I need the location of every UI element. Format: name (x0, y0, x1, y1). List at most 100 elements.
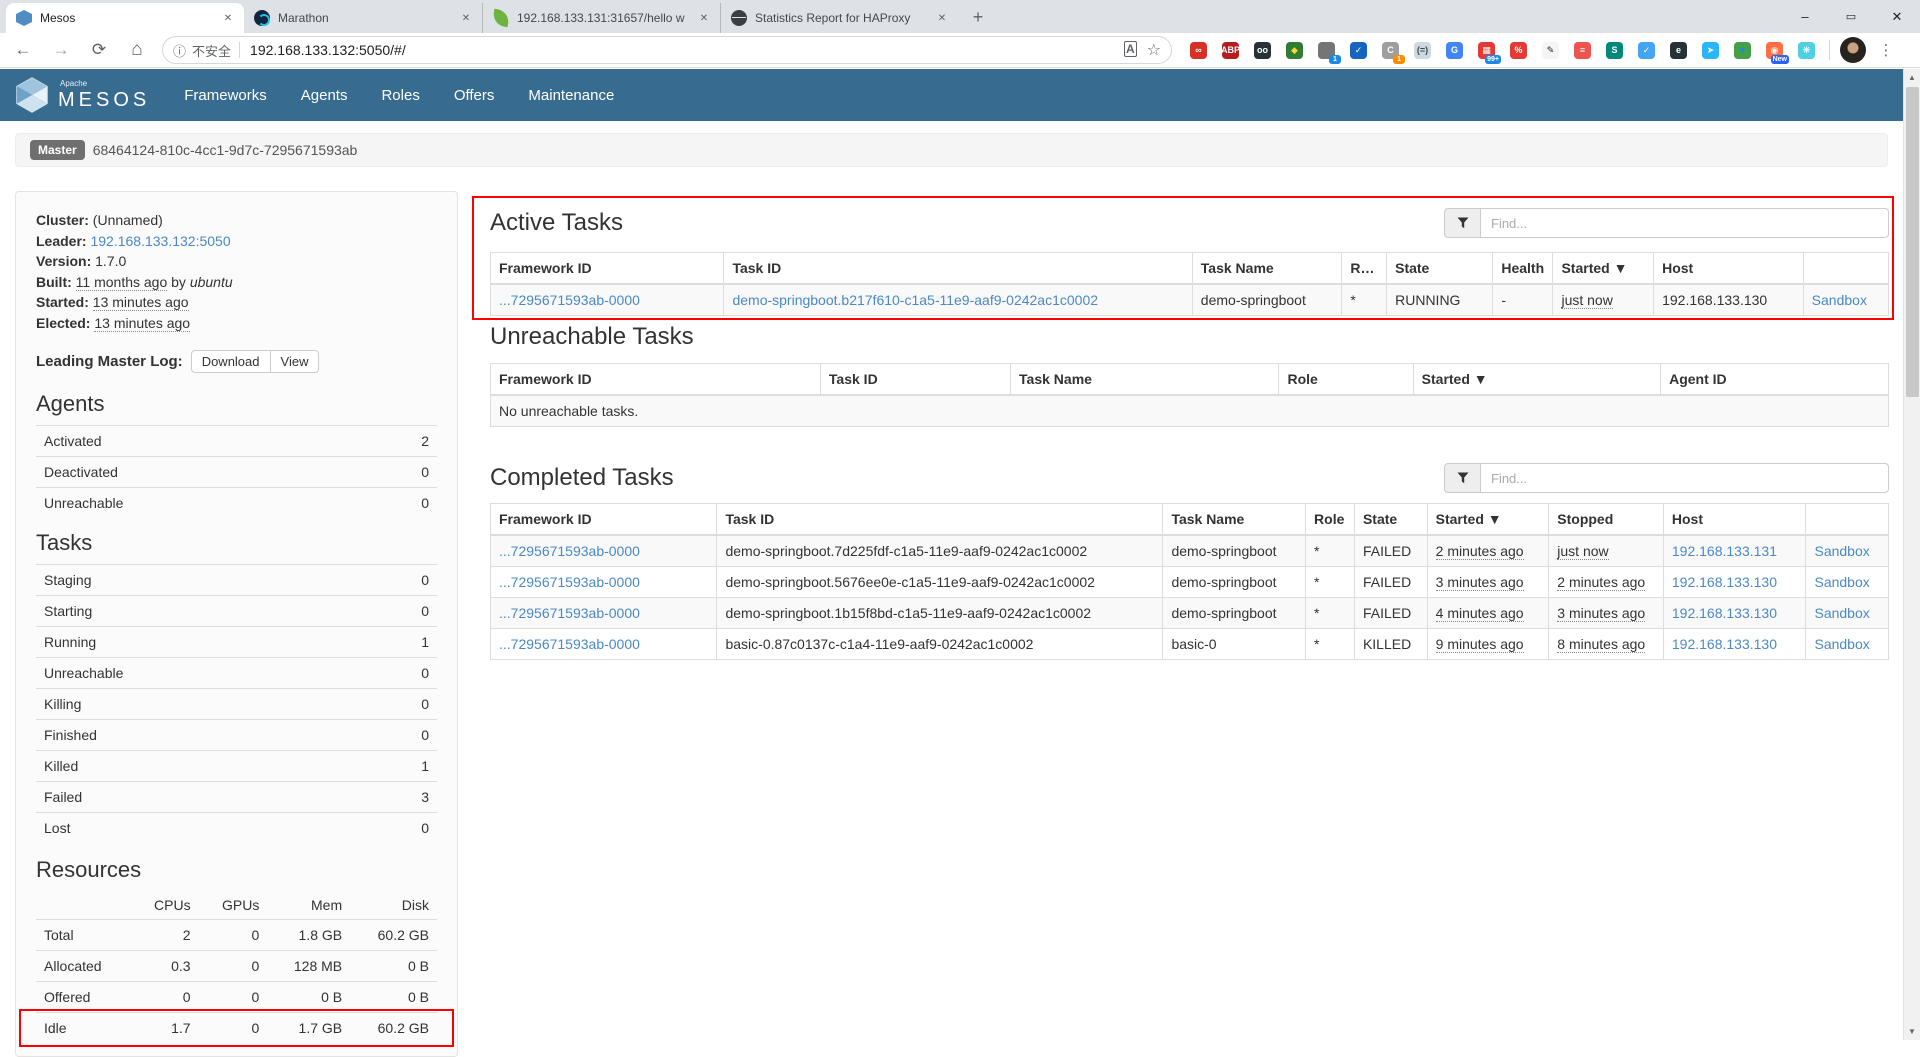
sandbox-link[interactable]: Sandbox (1814, 574, 1869, 590)
extension-icon[interactable]: ▼ (1734, 42, 1751, 59)
completed-find-input[interactable] (1480, 463, 1889, 493)
extension-icon[interactable]: (=) (1414, 42, 1431, 59)
extension-icon[interactable]: ❋ (1798, 42, 1815, 59)
host-link[interactable]: 192.168.133.130 (1672, 636, 1777, 652)
extension-icon[interactable]: ✓ (1350, 42, 1367, 59)
bookmark-star-icon[interactable] (1147, 40, 1161, 60)
column-header[interactable]: State (1387, 253, 1493, 285)
tab-close-icon[interactable] (220, 10, 236, 26)
window-maximize-button[interactable] (1828, 0, 1874, 33)
page-scrollbar[interactable] (1903, 69, 1920, 1040)
sandbox-link[interactable]: Sandbox (1812, 292, 1867, 308)
column-header[interactable]: Host (1663, 504, 1806, 536)
scroll-up-icon[interactable] (1904, 69, 1920, 86)
browser-tab[interactable]: Marathon (244, 3, 482, 33)
host-link[interactable]: 192.168.133.131 (1672, 543, 1777, 559)
tab-close-icon[interactable] (934, 10, 950, 26)
address-bar[interactable]: 不安全 192.168.133.132:5050/#/ (162, 36, 1172, 64)
back-button[interactable] (8, 35, 38, 65)
framework-id-link[interactable]: ...7295671593ab-0000 (499, 292, 640, 308)
filter-button[interactable] (1444, 463, 1480, 493)
framework-id-link[interactable]: ...7295671593ab-0000 (499, 605, 640, 621)
navbar-item[interactable]: Offers (454, 87, 495, 104)
extension-icon[interactable]: e (1670, 42, 1687, 59)
extension-icon[interactable]: ◉ New (1766, 42, 1783, 59)
tab-close-icon[interactable] (696, 10, 712, 26)
column-header[interactable]: Task ID (724, 253, 1192, 285)
extension-icon[interactable]: S (1606, 42, 1623, 59)
log-button[interactable]: View (270, 350, 320, 373)
framework-id-link[interactable]: ...7295671593ab-0000 (499, 636, 640, 652)
sandbox-link[interactable]: Sandbox (1814, 605, 1869, 621)
column-header[interactable]: Task Name (1192, 253, 1342, 285)
column-header[interactable]: Task Name (1011, 364, 1279, 396)
host-link[interactable]: 192.168.133.130 (1672, 574, 1777, 590)
scrollbar-thumb[interactable] (1906, 87, 1919, 397)
window-minimize-button[interactable] (1782, 0, 1828, 33)
navbar-item[interactable]: Agents (301, 87, 348, 104)
sandbox-link[interactable]: Sandbox (1814, 636, 1869, 652)
extension-icon[interactable]: ABP (1222, 42, 1239, 59)
column-header[interactable]: Framework ID (491, 504, 717, 536)
column-header[interactable]: Started ▼ (1553, 253, 1654, 285)
forward-button[interactable] (46, 35, 76, 65)
column-header[interactable]: Role (1279, 364, 1413, 396)
new-tab-button[interactable] (964, 3, 992, 31)
browser-tab[interactable]: 192.168.133.131:31657/hello w (482, 3, 720, 33)
column-header[interactable]: Started ▼ (1413, 364, 1660, 396)
column-header[interactable]: Host (1654, 253, 1804, 285)
reload-button[interactable] (84, 35, 114, 65)
sandbox-link[interactable]: Sandbox (1814, 543, 1869, 559)
column-header[interactable] (1803, 253, 1888, 285)
table-row: ...7295671593ab-0000 demo-springboot.7d2… (491, 535, 1889, 567)
extension-icon[interactable]: ≡ (1574, 42, 1591, 59)
leader-link[interactable]: 192.168.133.132:5050 (90, 233, 230, 249)
framework-id-link[interactable]: ...7295671593ab-0000 (499, 543, 640, 559)
column-header[interactable]: Task ID (820, 364, 1010, 396)
navbar-item[interactable]: Maintenance (528, 87, 614, 104)
column-header[interactable] (1806, 504, 1889, 536)
column-header[interactable]: Role (1306, 504, 1355, 536)
browser-tab[interactable]: Mesos (6, 3, 244, 33)
tab-close-icon[interactable] (458, 10, 474, 26)
log-button[interactable]: Download (191, 350, 271, 373)
profile-avatar[interactable] (1840, 37, 1866, 63)
browser-tab[interactable]: Statistics Report for HAProxy (720, 3, 958, 33)
navbar-item[interactable]: Roles (381, 87, 419, 104)
extension-icon[interactable]: oo (1254, 42, 1271, 59)
mesos-brand[interactable]: Apache MESOS (16, 77, 150, 113)
column-header[interactable]: Task Name (1163, 504, 1306, 536)
column-header[interactable]: Stopped (1549, 504, 1664, 536)
host-link[interactable]: 192.168.133.130 (1672, 605, 1777, 621)
extension-icon[interactable]: 1 (1318, 42, 1335, 59)
home-button[interactable] (122, 35, 152, 65)
column-header[interactable]: State (1354, 504, 1427, 536)
extension-glyph: ∞ (1195, 45, 1201, 55)
task-id-link[interactable]: demo-springboot.b217f610-c1a5-11e9-aaf9-… (732, 292, 1098, 308)
framework-id-link[interactable]: ...7295671593ab-0000 (499, 574, 640, 590)
window-close-button[interactable] (1874, 0, 1920, 33)
column-header[interactable]: Role (1342, 253, 1387, 285)
column-header[interactable]: Health (1493, 253, 1553, 285)
column-header[interactable]: Started ▼ (1427, 504, 1549, 536)
extension-icon[interactable]: ✎ (1542, 42, 1559, 59)
extension-icon[interactable]: G (1446, 42, 1463, 59)
extension-icon[interactable]: % (1510, 42, 1527, 59)
translate-icon[interactable] (1124, 40, 1137, 60)
browser-menu-icon[interactable] (1874, 38, 1898, 62)
site-info-icon[interactable] (173, 41, 186, 60)
completed-find-group (1444, 463, 1889, 493)
extension-icon[interactable]: ▦ 99+ (1478, 42, 1495, 59)
extension-icon[interactable]: ◆ (1286, 42, 1303, 59)
navbar-item[interactable]: Frameworks (184, 87, 267, 104)
extension-icon[interactable]: ➤ (1702, 42, 1719, 59)
column-header[interactable]: Framework ID (491, 253, 724, 285)
extension-icon[interactable]: ∞ (1190, 42, 1207, 59)
column-header[interactable]: Task ID (717, 504, 1163, 536)
extension-icon[interactable]: ✓ (1638, 42, 1655, 59)
column-header[interactable]: Framework ID (491, 364, 821, 396)
filter-button[interactable] (1444, 208, 1480, 238)
column-header[interactable]: Agent ID (1661, 364, 1889, 396)
extension-icon[interactable]: C 1 (1382, 42, 1399, 59)
active-find-input[interactable] (1480, 208, 1889, 238)
